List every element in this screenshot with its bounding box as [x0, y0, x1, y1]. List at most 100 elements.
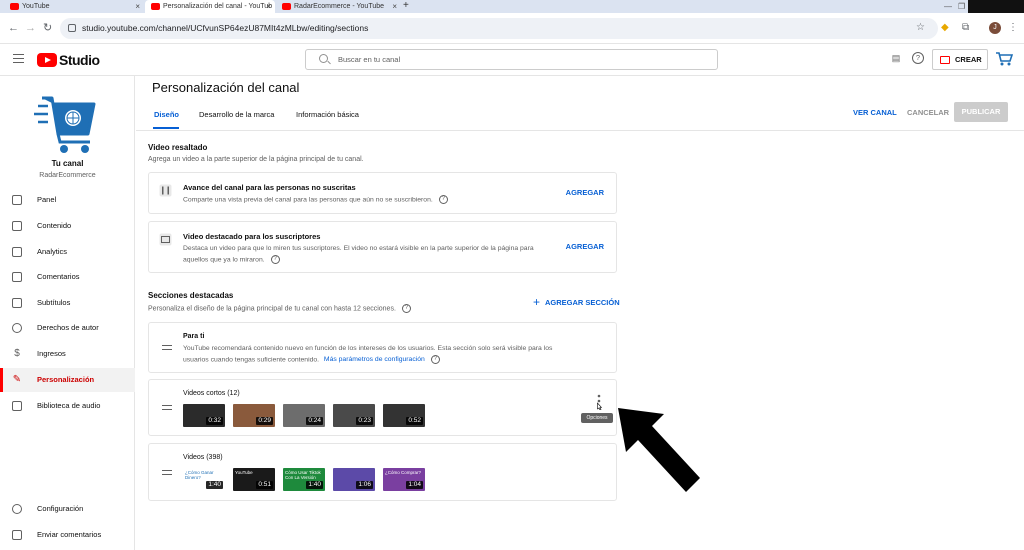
dashboard-icon [12, 195, 22, 205]
video-thumbnail[interactable]: 0:29 [233, 404, 275, 427]
feedback-icon [12, 530, 22, 540]
video-thumbnail[interactable]: 0:24 [283, 404, 325, 427]
card-avance-canal: Avance del canal para las personas no su… [148, 172, 617, 214]
create-button[interactable]: CREAR [932, 49, 988, 70]
section-card-para-ti[interactable]: Para ti YouTube recomendará contenido nu… [148, 322, 617, 373]
sidebar-item-derechos[interactable]: Derechos de autor [0, 316, 135, 340]
sidebar-item-configuracion[interactable]: Configuración [0, 497, 135, 521]
browser-tab-radarecommerce[interactable]: RadarEcommerce - YouTube × [276, 0, 401, 13]
publish-button[interactable]: PUBLICAR [954, 102, 1008, 122]
video-thumbnail[interactable]: 0:52 [383, 404, 425, 427]
browser-tab-personalizacion[interactable]: Personalización del canal - YouTub × [145, 0, 275, 13]
section-desc-text: usuarios cuando tengas suficiente conten… [183, 356, 320, 364]
channel-title: Tu canal [51, 159, 84, 168]
close-tab-icon[interactable]: × [135, 0, 140, 13]
add-section-label: AGREGAR SECCIÓN [545, 298, 620, 307]
video-thumbnail[interactable]: Cómo Usar Tiktok Con La Versión 1:40 [283, 468, 325, 491]
tab-divider [136, 130, 1024, 131]
profile-avatar[interactable]: J [989, 22, 1001, 34]
section-card-videos-cortos[interactable]: Videos cortos (12) 0:32 0:29 0:24 0:23 0:52 [148, 379, 617, 436]
close-tab-icon[interactable]: × [392, 0, 397, 13]
restore-icon[interactable]: ❐ [958, 0, 965, 13]
customization-icon: ✎ [12, 374, 22, 385]
section-desc-secciones: Personaliza el diseño de la página princ… [148, 304, 411, 313]
tab-desarrollo-marca[interactable]: Desarrollo de la marca [199, 108, 274, 122]
sidebar-item-analytics[interactable]: Analytics [0, 240, 135, 264]
duration-badge: 1:06 [356, 481, 373, 489]
sidebar-item-subtitulos[interactable]: Subtítulos [0, 291, 135, 315]
channel-logo[interactable] [30, 94, 98, 159]
drag-handle-icon[interactable] [162, 405, 172, 410]
channel-name: RadarEcommerce [39, 172, 96, 179]
add-featured-video-button[interactable]: AGREGAR [566, 242, 604, 252]
video-thumbnail[interactable]: 0:32 [183, 404, 225, 427]
sidebar-item-contenido[interactable]: Contenido [0, 214, 135, 238]
video-thumbnail[interactable]: 1:06 [333, 468, 375, 491]
drag-handle-icon[interactable] [162, 345, 172, 350]
card-desc-text: aquellos que ya lo miraron. [183, 256, 265, 264]
channel-avatar[interactable] [995, 51, 1013, 67]
url-text[interactable]: studio.youtube.com/channel/UCfvunSP64ezU… [82, 18, 368, 39]
video-thumbnail[interactable]: 0:23 [333, 404, 375, 427]
video-thumbnail[interactable]: YouTube 0:51 [233, 468, 275, 491]
youtube-logo-icon[interactable] [37, 53, 57, 67]
sidebar-item-biblioteca[interactable]: Biblioteca de audio [0, 394, 135, 418]
video-thumbnail[interactable]: ¿Cómo Comprar? 1:04 [383, 468, 425, 491]
back-arrow-icon[interactable]: ← [8, 21, 19, 35]
extension-icon[interactable]: ◆ [941, 21, 949, 35]
feedback-message-icon[interactable]: ▤ [890, 52, 902, 64]
cancel-button[interactable]: CANCELAR [907, 106, 949, 120]
more-menu-icon[interactable]: ⋮ [1008, 21, 1018, 35]
close-window-button[interactable] [968, 0, 1024, 13]
minimize-icon[interactable]: — [944, 0, 952, 13]
section-title: Videos cortos (12) [183, 390, 240, 397]
hamburger-menu-icon[interactable] [13, 54, 24, 63]
youtube-favicon-icon [151, 3, 160, 10]
help-icon[interactable]: ? [401, 304, 411, 313]
site-info-icon[interactable] [68, 24, 76, 32]
more-options-icon[interactable] [596, 394, 602, 410]
audio-library-icon [12, 401, 22, 411]
browser-tab-bar: YouTube × Personalización del canal - Yo… [0, 0, 1024, 13]
section-heading-secciones: Secciones destacadas [148, 291, 234, 300]
sidebar-item-personalizacion[interactable]: ✎ Personalización [0, 368, 135, 392]
bookmark-star-icon[interactable]: ☆ [916, 21, 925, 35]
new-tab-button[interactable]: + [403, 0, 409, 12]
studio-logo-text[interactable]: Studio [59, 51, 100, 69]
section-desc-text: Personaliza el diseño de la página princ… [148, 305, 396, 313]
help-icon[interactable]: ? [270, 255, 280, 264]
close-tab-icon[interactable]: × [266, 0, 271, 13]
reload-icon[interactable]: ↻ [43, 21, 52, 35]
forward-arrow-icon[interactable]: → [25, 21, 36, 35]
studio-header: Studio Buscar en tu canal ▤ ? CREAR [0, 44, 1024, 76]
help-icon[interactable]: ? [438, 195, 448, 204]
duration-badge: 1:40 [206, 481, 223, 489]
search-input[interactable]: Buscar en tu canal [305, 49, 718, 70]
video-thumbnail[interactable]: ¿Cómo Ganar Dinero? 1:40 [183, 468, 225, 491]
add-section-button[interactable]: + AGREGAR SECCIÓN [533, 295, 620, 310]
section-card-videos[interactable]: Videos (398) ¿Cómo Ganar Dinero? 1:40 YouT… [148, 443, 617, 501]
sidebar-item-ingresos[interactable]: $ Ingresos [0, 342, 135, 366]
address-bar[interactable]: studio.youtube.com/channel/UCfvunSP64ezU… [60, 18, 938, 39]
sidebar-item-panel[interactable]: Panel [0, 188, 135, 212]
ver-canal-button[interactable]: VER CANAL [853, 106, 897, 120]
add-trailer-button[interactable]: AGREGAR [566, 188, 604, 198]
sidebar-item-enviar-comentarios[interactable]: Enviar comentarios [0, 523, 135, 547]
more-settings-link[interactable]: Más parámetros de configuración [324, 356, 425, 363]
card-desc-line2: aquellos que ya lo miraron.? [183, 255, 280, 265]
create-label: CREAR [955, 55, 982, 64]
help-icon[interactable]: ? [430, 355, 440, 364]
duration-badge: 0:24 [306, 417, 323, 425]
browser-tab-youtube[interactable]: YouTube × [4, 0, 144, 13]
extensions-puzzle-icon[interactable]: ⧉ [962, 21, 969, 35]
duration-badge: 1:04 [406, 481, 423, 489]
help-icon[interactable]: ? [912, 52, 924, 64]
section-title: Para ti [183, 333, 205, 340]
sidebar-item-comentarios[interactable]: Comentarios [0, 265, 135, 289]
tab-informacion-basica[interactable]: Información básica [296, 108, 359, 122]
tab-diseno[interactable]: Diseño [154, 108, 179, 122]
plus-icon: + [533, 295, 541, 309]
drag-handle-icon[interactable] [162, 470, 172, 475]
section-desc-line1: YouTube recomendará contenido nuevo en f… [183, 345, 553, 352]
sidebar-item-label: Configuración [37, 504, 84, 513]
